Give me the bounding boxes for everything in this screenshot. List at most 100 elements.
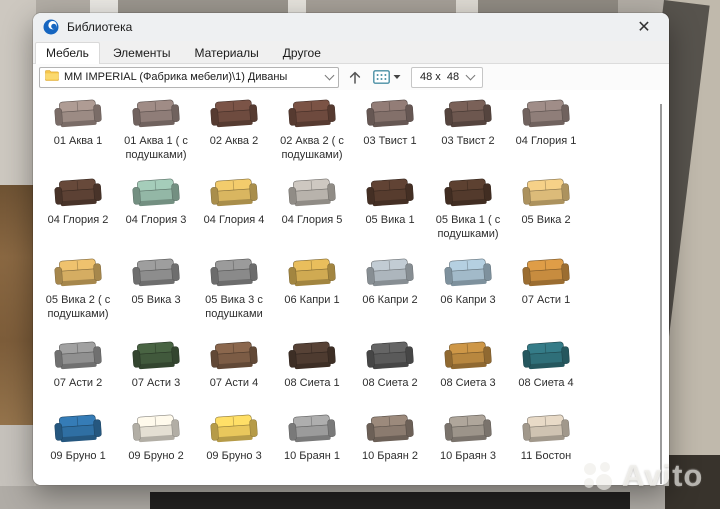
backdrop-corner-shadow: [665, 455, 720, 509]
library-item[interactable]: 04 Глория 2: [39, 172, 117, 252]
item-label: 10 Браян 3: [440, 450, 496, 464]
item-label: 05 Вика 3: [131, 294, 180, 308]
sofa-icon: [440, 252, 496, 292]
item-label: 05 Вика 2 ( с подушками): [40, 294, 116, 322]
library-item[interactable]: 09 Бруно 2: [117, 408, 195, 485]
menu-tab-0[interactable]: Мебель: [35, 42, 100, 64]
item-label: 05 Вика 3 с подушками: [196, 294, 272, 322]
item-grid: 01 Аква 101 Аква 1 ( с подушками)02 Аква…: [39, 93, 669, 485]
sofa-icon: [128, 408, 184, 448]
library-item[interactable]: 01 Аква 1 ( с подушками): [117, 93, 195, 172]
library-item[interactable]: 04 Глория 5: [273, 172, 351, 252]
item-label: 07 Асти 1: [522, 294, 571, 308]
library-item[interactable]: 08 Сиета 4: [507, 335, 585, 408]
item-label: 04 Глория 5: [282, 214, 343, 228]
window-title: Библиотека: [67, 20, 132, 34]
library-item[interactable]: 08 Сиета 1: [273, 335, 351, 408]
vertical-scrollbar[interactable]: [660, 104, 662, 484]
sofa-icon: [206, 408, 262, 448]
library-item[interactable]: 03 Твист 1: [351, 93, 429, 172]
library-item[interactable]: 06 Капри 2: [351, 252, 429, 335]
item-label: 06 Капри 2: [362, 294, 417, 308]
library-item[interactable]: 07 Асти 2: [39, 335, 117, 408]
library-item[interactable]: 08 Сиета 3: [429, 335, 507, 408]
sofa-icon: [284, 335, 340, 375]
library-item[interactable]: 08 Сиета 2: [351, 335, 429, 408]
item-label: 08 Сиета 4: [518, 377, 573, 391]
sofa-icon: [206, 335, 262, 375]
sofa-icon: [518, 408, 574, 448]
library-window: Библиотека ✕ МебельЭлементыМатериалыДруг…: [33, 13, 669, 485]
item-label: 07 Асти 3: [132, 377, 181, 391]
sofa-icon: [518, 172, 574, 212]
sofa-icon: [440, 408, 496, 448]
item-label: 01 Аква 1 ( с подушками): [118, 135, 194, 163]
up-folder-button[interactable]: [347, 69, 363, 86]
library-item[interactable]: 06 Капри 3: [429, 252, 507, 335]
library-item[interactable]: 09 Бруно 1: [39, 408, 117, 485]
item-label: 09 Бруно 3: [206, 450, 261, 464]
item-label: 08 Сиета 1: [284, 377, 339, 391]
item-label: 10 Браян 2: [362, 450, 418, 464]
item-label: 09 Бруно 1: [50, 450, 105, 464]
folder-path-value: ММ IMPERIAL (Фабрика мебели)\1) Диваны: [64, 71, 321, 83]
close-icon[interactable]: ✕: [629, 15, 659, 39]
library-item[interactable]: 07 Асти 3: [117, 335, 195, 408]
library-item[interactable]: 05 Вика 3 с подушками: [195, 252, 273, 335]
sofa-icon: [518, 252, 574, 292]
item-label: 05 Вика 1 ( с подушками): [430, 214, 506, 242]
view-mode-button[interactable]: [371, 68, 403, 86]
sofa-icon: [128, 335, 184, 375]
menu-tab-3[interactable]: Другое: [272, 42, 332, 64]
item-label: 06 Капри 1: [284, 294, 339, 308]
item-label: 08 Сиета 3: [440, 377, 495, 391]
tab-bar: МебельЭлементыМатериалыДругое: [33, 41, 669, 64]
sofa-icon: [206, 172, 262, 212]
sofa-icon: [362, 252, 418, 292]
menu-tab-1[interactable]: Элементы: [102, 42, 182, 64]
app-icon: [43, 19, 59, 35]
sofa-icon: [50, 408, 106, 448]
backdrop-wood-shelf: [0, 185, 34, 425]
library-item[interactable]: 05 Вика 1 ( с подушками): [429, 172, 507, 252]
sofa-icon: [50, 172, 106, 212]
sofa-icon: [518, 93, 574, 133]
library-item[interactable]: 02 Аква 2 ( с подушками): [273, 93, 351, 172]
library-item[interactable]: 11 Бостон: [507, 408, 585, 485]
library-item[interactable]: 05 Вика 2 ( с подушками): [39, 252, 117, 335]
icon-size-combobox[interactable]: 48 x 48: [411, 67, 483, 88]
library-item[interactable]: 03 Твист 2: [429, 93, 507, 172]
sofa-icon: [440, 172, 496, 212]
icon-size-value: 48 x 48: [420, 71, 459, 83]
library-item[interactable]: 04 Глория 1: [507, 93, 585, 172]
library-item[interactable]: 07 Асти 1: [507, 252, 585, 335]
library-item[interactable]: 05 Вика 2: [507, 172, 585, 252]
item-label: 03 Твист 2: [441, 135, 494, 149]
sofa-icon: [362, 335, 418, 375]
library-item[interactable]: 10 Браян 3: [429, 408, 507, 485]
library-item[interactable]: 07 Асти 4: [195, 335, 273, 408]
item-label: 04 Глория 3: [126, 214, 187, 228]
library-item[interactable]: 01 Аква 1: [39, 93, 117, 172]
library-item[interactable]: 04 Глория 4: [195, 172, 273, 252]
sofa-icon: [128, 252, 184, 292]
library-item[interactable]: 05 Вика 1: [351, 172, 429, 252]
sofa-icon: [50, 93, 106, 133]
sofa-icon: [284, 93, 340, 133]
folder-path-combobox[interactable]: ММ IMPERIAL (Фабрика мебели)\1) Диваны: [39, 67, 339, 88]
item-label: 06 Капри 3: [440, 294, 495, 308]
item-label: 02 Аква 2 ( с подушками): [274, 135, 350, 163]
library-item[interactable]: 04 Глория 3: [117, 172, 195, 252]
item-label: 04 Глория 1: [516, 135, 577, 149]
library-item[interactable]: 02 Аква 2: [195, 93, 273, 172]
library-item[interactable]: 05 Вика 3: [117, 252, 195, 335]
item-label: 03 Твист 1: [363, 135, 416, 149]
library-item[interactable]: 10 Браян 1: [273, 408, 351, 485]
library-item[interactable]: 06 Капри 1: [273, 252, 351, 335]
menu-tab-2[interactable]: Материалы: [184, 42, 270, 64]
library-item[interactable]: 09 Бруно 3: [195, 408, 273, 485]
sofa-icon: [284, 252, 340, 292]
library-content: 01 Аква 101 Аква 1 ( с подушками)02 Аква…: [33, 90, 669, 485]
library-item[interactable]: 10 Браян 2: [351, 408, 429, 485]
sofa-icon: [50, 252, 106, 292]
